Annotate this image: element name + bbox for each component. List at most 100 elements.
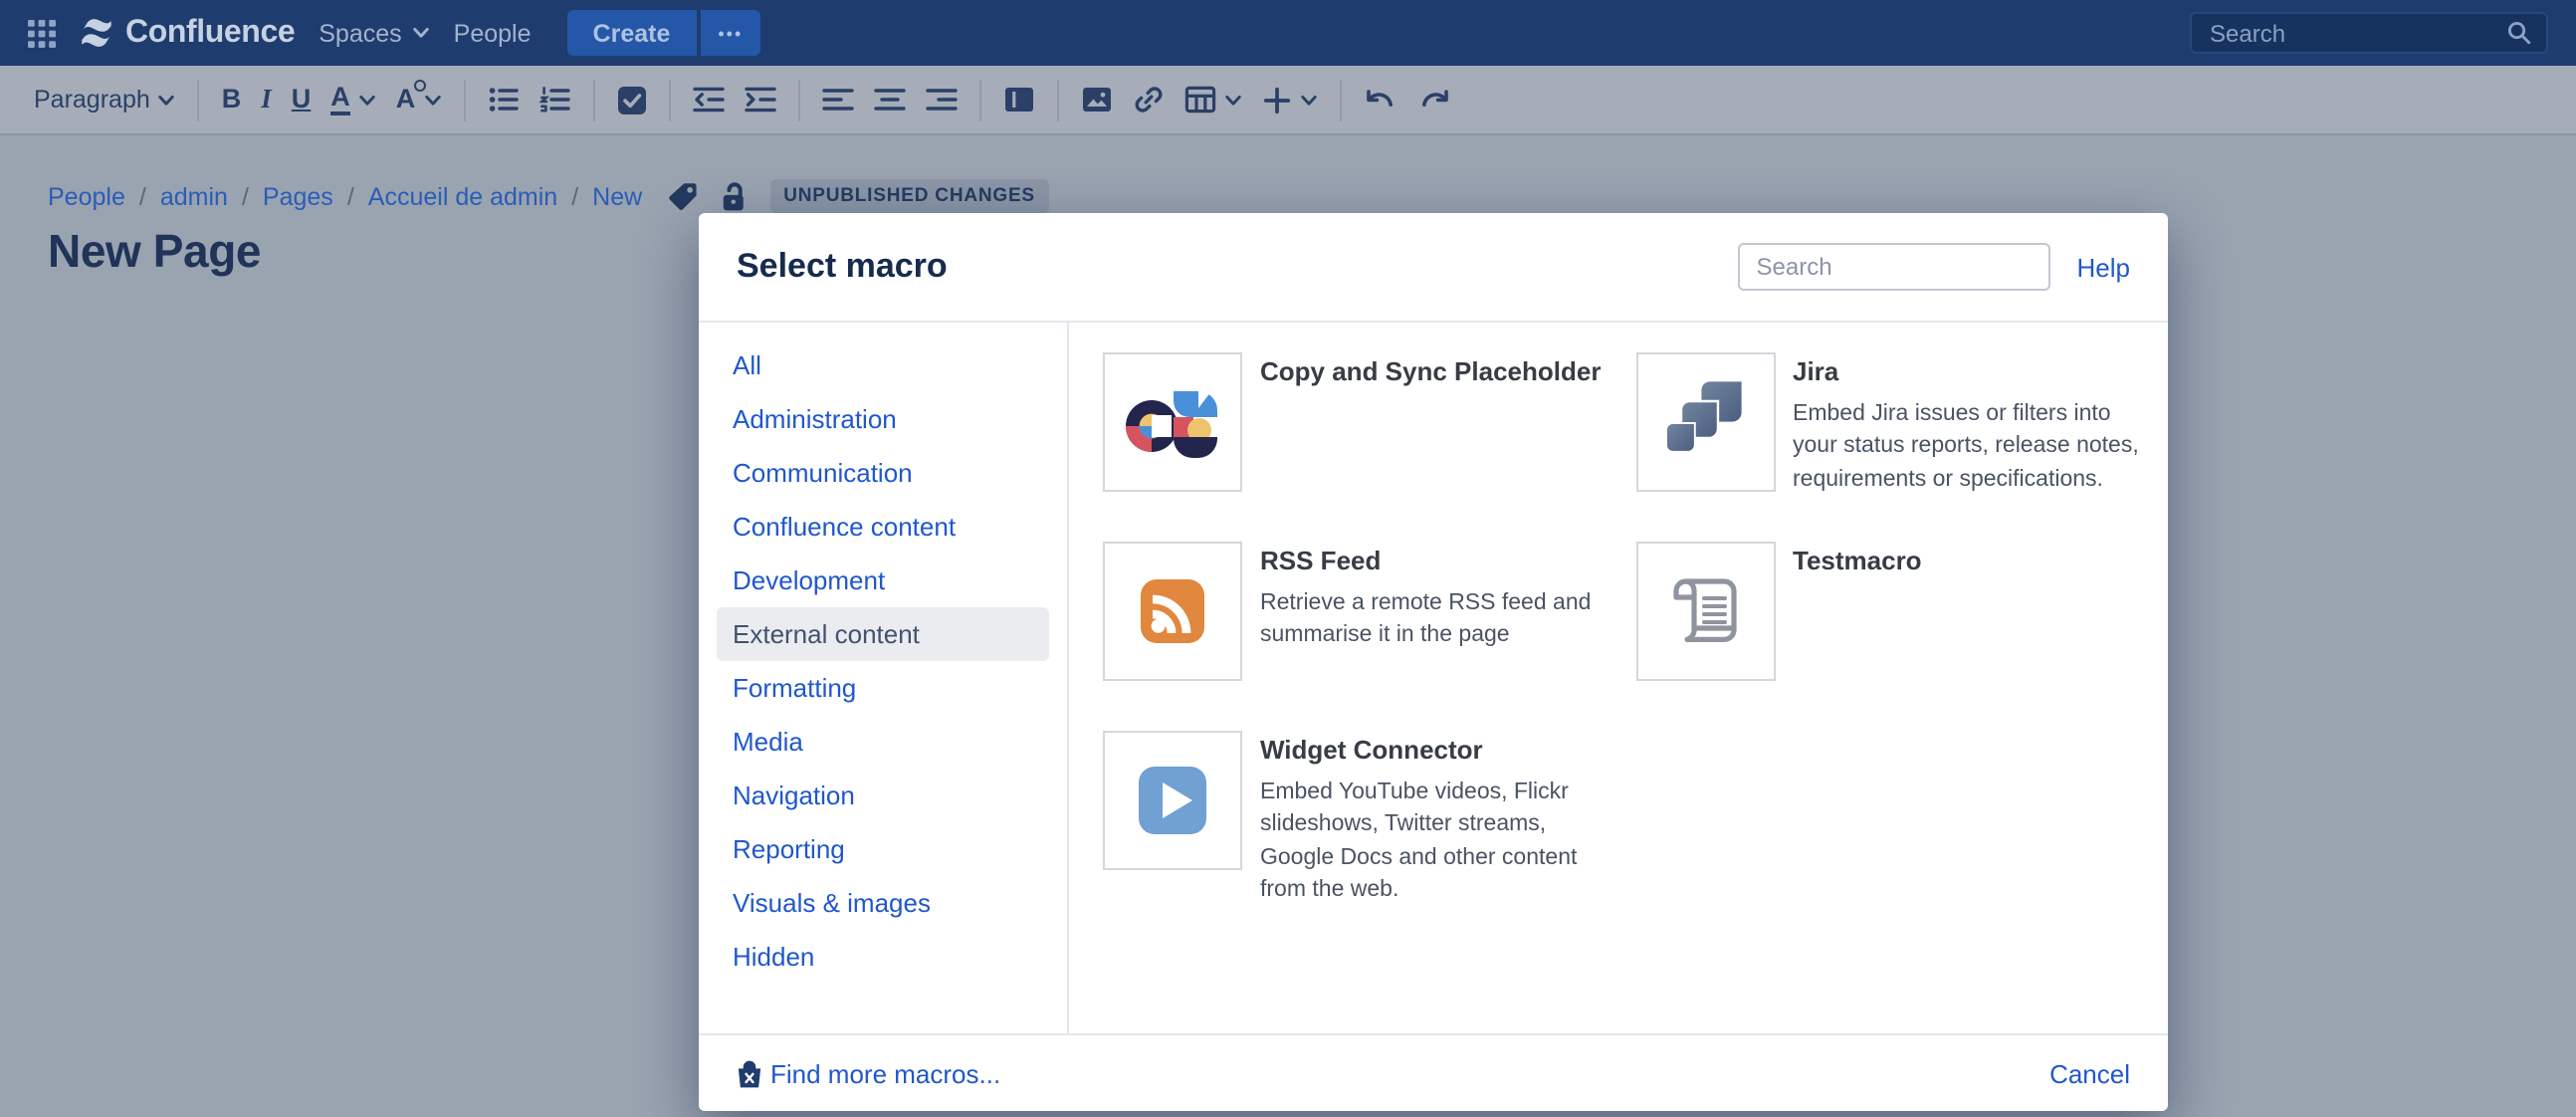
category-media[interactable]: Media: [717, 715, 1049, 769]
redo-button[interactable]: [1406, 74, 1460, 125]
copy-sync-logo-icon: [1125, 374, 1220, 470]
outdent-icon: [692, 84, 724, 115]
macro-description: Embed Jira issues or filters into your s…: [1793, 398, 2151, 496]
text-style-more-button[interactable]: A: [386, 74, 452, 125]
numbered-list-button[interactable]: [529, 74, 580, 125]
page-title: New Page: [48, 225, 261, 279]
chevron-down-icon: [423, 91, 441, 109]
category-formatting[interactable]: Formatting: [717, 661, 1049, 715]
plus-icon: [1261, 85, 1291, 114]
create-button[interactable]: Create: [567, 10, 697, 56]
align-center-icon: [873, 84, 905, 115]
cancel-button[interactable]: Cancel: [2049, 1058, 2130, 1088]
insert-link-button[interactable]: [1122, 74, 1174, 125]
global-search-input[interactable]: [2206, 17, 2494, 49]
nav-people[interactable]: People: [454, 19, 532, 47]
macro-list: Copy and Sync Placeholder: [1069, 323, 2168, 1033]
numbered-list-icon: [538, 84, 570, 115]
macro-rss-feed[interactable]: RSS Feed Retrieve a remote RSS feed and …: [1103, 542, 1635, 731]
macro-copy-and-sync-placeholder[interactable]: Copy and Sync Placeholder: [1103, 352, 1635, 542]
nav-spaces[interactable]: Spaces: [319, 19, 429, 47]
bold-button[interactable]: B: [212, 74, 252, 125]
task-list-button[interactable]: [606, 74, 656, 125]
unpublished-changes-badge: UNPUBLISHED CHANGES: [769, 179, 1049, 213]
create-more-button[interactable]: •••: [696, 10, 760, 56]
macro-testmacro[interactable]: Testmacro: [1635, 542, 2168, 731]
help-link[interactable]: Help: [2077, 252, 2131, 282]
global-search[interactable]: [2190, 12, 2548, 54]
category-development[interactable]: Development: [717, 554, 1049, 607]
editor-toolbar: Paragraph B I U A A: [0, 66, 2576, 135]
align-right-icon: [925, 84, 957, 115]
chevron-down-icon: [1223, 91, 1241, 109]
play-icon: [1125, 753, 1220, 848]
macro-description: Retrieve a remote RSS feed and summarise…: [1260, 587, 1618, 652]
align-left-button[interactable]: [811, 74, 863, 125]
category-all[interactable]: All: [717, 338, 1049, 392]
macro-name: RSS Feed: [1260, 546, 1618, 579]
product-name: Confluence: [125, 15, 295, 51]
find-more-macros-link[interactable]: Find more macros...: [737, 1058, 1000, 1088]
macro-categories: All Administration Communication Conflue…: [699, 323, 1069, 1033]
confluence-mark-icon: [80, 16, 113, 50]
macro-search[interactable]: [1739, 243, 2051, 291]
insert-more-button[interactable]: [1251, 74, 1327, 125]
marketplace-bag-icon: [737, 1058, 762, 1088]
search-icon: [2506, 20, 2532, 46]
category-external-content[interactable]: External content: [717, 607, 1049, 661]
confluence-logo[interactable]: Confluence: [80, 15, 295, 51]
macro-widget-connector[interactable]: Widget Connector Embed YouTube videos, F…: [1103, 731, 1635, 920]
macro-jira[interactable]: Jira Embed Jira issues or filters into y…: [1635, 352, 2168, 542]
labels-tag-icon[interactable]: [666, 180, 698, 212]
layout-icon: [1002, 84, 1034, 115]
breadcrumb-pages[interactable]: Pages: [263, 182, 333, 210]
breadcrumb-accueil-de-admin[interactable]: Accueil de admin: [368, 182, 557, 210]
align-left-icon: [821, 84, 853, 115]
undo-button[interactable]: [1353, 74, 1406, 125]
category-administration[interactable]: Administration: [717, 392, 1049, 446]
text-color-button[interactable]: A: [321, 74, 386, 125]
dialog-title: Select macro: [737, 247, 948, 287]
undo-icon: [1363, 85, 1396, 114]
page-layout-button[interactable]: [992, 74, 1044, 125]
category-visuals-images[interactable]: Visuals & images: [717, 876, 1049, 930]
image-icon: [1080, 84, 1112, 115]
category-reporting[interactable]: Reporting: [717, 822, 1049, 876]
top-navbar: Confluence Spaces People Create •••: [0, 0, 2576, 66]
align-center-button[interactable]: [863, 74, 915, 125]
chevron-down-icon: [1299, 91, 1317, 109]
jira-logo-icon: [1657, 374, 1753, 470]
macro-name: Jira: [1793, 356, 2151, 390]
category-communication[interactable]: Communication: [717, 446, 1049, 500]
category-navigation[interactable]: Navigation: [717, 769, 1049, 822]
insert-table-button[interactable]: [1174, 74, 1251, 125]
create-button-group: Create •••: [567, 10, 761, 56]
breadcrumb-admin[interactable]: admin: [160, 182, 228, 210]
indent-button[interactable]: [734, 74, 785, 125]
outdent-button[interactable]: [682, 74, 734, 125]
link-icon: [1132, 84, 1164, 115]
insert-image-button[interactable]: [1070, 74, 1122, 125]
select-macro-dialog: Select macro Help All Administration Com…: [699, 213, 2168, 1111]
app-switcher-grid-icon[interactable]: [28, 19, 56, 47]
align-right-button[interactable]: [915, 74, 966, 125]
confluence-app: Confluence Spaces People Create ••• Para…: [0, 0, 2576, 1117]
breadcrumb-new[interactable]: New: [592, 182, 642, 210]
category-hidden[interactable]: Hidden: [717, 930, 1049, 984]
paragraph-style-dropdown[interactable]: Paragraph: [24, 74, 186, 125]
breadcrumb-people[interactable]: People: [48, 182, 125, 210]
underline-button[interactable]: U: [282, 74, 322, 125]
chevron-down-icon: [158, 91, 176, 109]
category-confluence-content[interactable]: Confluence content: [717, 500, 1049, 554]
indent-icon: [744, 84, 775, 115]
bullet-list-icon: [487, 84, 519, 115]
unlocked-padlock-icon[interactable]: [716, 180, 748, 212]
macro-description: Embed YouTube videos, Flickr slideshows,…: [1260, 777, 1618, 907]
redo-icon: [1416, 85, 1450, 114]
chevron-down-icon: [358, 91, 376, 109]
italic-button[interactable]: I: [251, 74, 282, 125]
bullet-list-button[interactable]: [477, 74, 529, 125]
macro-name: Widget Connector: [1260, 735, 1618, 769]
macro-search-input[interactable]: [1741, 253, 2049, 281]
breadcrumb: People / admin / Pages / Accueil de admi…: [48, 179, 1049, 213]
